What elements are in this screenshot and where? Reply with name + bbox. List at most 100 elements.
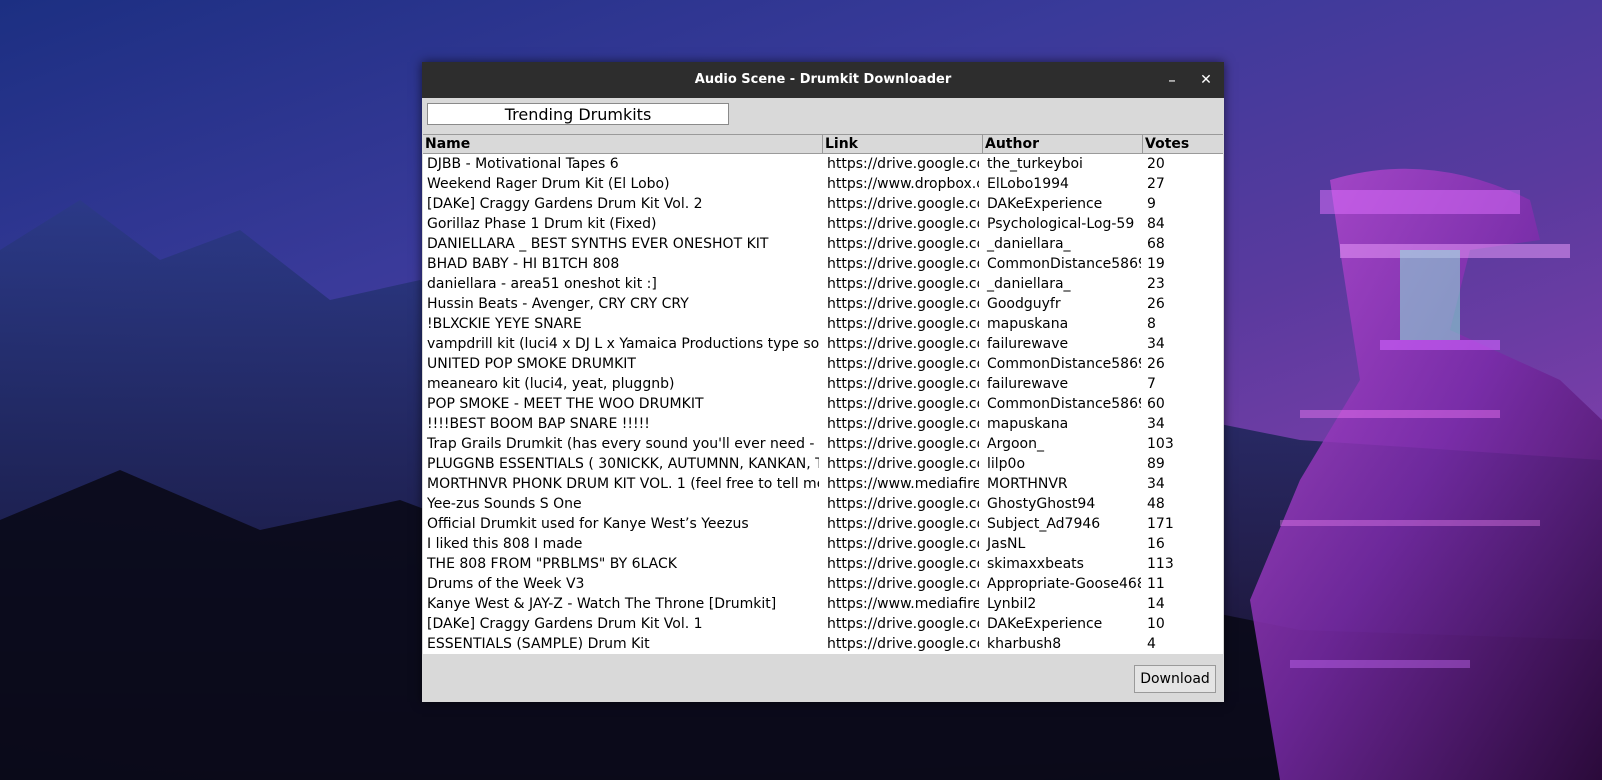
table-row[interactable]: Weekend Rager Drum Kit (El Lobo) https://… <box>423 174 1223 194</box>
cell-name: Trap Grails Drumkit (has every sound you… <box>427 436 819 452</box>
cell-votes: 23 <box>1147 276 1165 292</box>
cell-link: https://www.mediafire.c <box>827 476 979 492</box>
title-bar[interactable]: Audio Scene - Drumkit Downloader – ✕ <box>422 62 1224 98</box>
table-row[interactable]: daniellara - area51 oneshot kit :] https:… <box>423 274 1223 294</box>
cell-author: failurewave <box>987 376 1069 392</box>
cell-link: https://www.mediafire.c <box>827 596 979 612</box>
table-row[interactable]: [DAKe] Craggy Gardens Drum Kit Vol. 2 htt… <box>423 194 1223 214</box>
table-row[interactable]: meanearo kit (luci4, yeat, pluggnb) https… <box>423 374 1223 394</box>
cell-name: POP SMOKE - MEET THE WOO DRUMKIT <box>427 396 704 412</box>
cell-name: Weekend Rager Drum Kit (El Lobo) <box>427 176 670 192</box>
table-row[interactable]: Trap Grails Drumkit (has every sound you… <box>423 434 1223 454</box>
cell-name: [DAKe] Craggy Gardens Drum Kit Vol. 2 <box>427 196 703 212</box>
app-window: Audio Scene - Drumkit Downloader – ✕ Nam… <box>422 62 1224 702</box>
cell-link: https://drive.google.con <box>827 196 979 212</box>
cell-votes: 34 <box>1147 416 1165 432</box>
column-header-author[interactable]: Author <box>983 135 1143 153</box>
cell-link: https://drive.google.con <box>827 456 979 472</box>
table-row[interactable]: Drums of the Week V3 https://drive.google… <box>423 574 1223 594</box>
table-body: DJBB - Motivational Tapes 6 https://drive… <box>423 154 1223 654</box>
cell-name: daniellara - area51 oneshot kit :] <box>427 276 657 292</box>
cell-link: https://drive.google.con <box>827 416 979 432</box>
cell-link: https://drive.google.con <box>827 336 979 352</box>
table-row[interactable]: THE 808 FROM "PRBLMS" BY 6LACK https://dr… <box>423 554 1223 574</box>
cell-link: https://drive.google.con <box>827 616 979 632</box>
cell-name: vampdrill kit (luci4 x DJ L x Yamaica Pr… <box>427 336 819 352</box>
cell-author: DAKeExperience <box>987 196 1103 212</box>
table-row[interactable]: Yee-zus Sounds S One https://drive.google… <box>423 494 1223 514</box>
cell-author: CommonDistance5869 <box>987 396 1141 412</box>
cell-author: CommonDistance5869 <box>987 356 1141 372</box>
table-row[interactable]: !BLXCKIE YEYE SNARE https://drive.google.… <box>423 314 1223 334</box>
cell-votes: 11 <box>1147 576 1165 592</box>
cell-author: mapuskana <box>987 316 1069 332</box>
cell-author: lilp0o <box>987 456 1026 472</box>
cell-votes: 4 <box>1147 636 1156 652</box>
close-icon[interactable]: ✕ <box>1194 68 1218 92</box>
cell-author: _daniellara_ <box>987 276 1071 292</box>
cell-name: MORTHNVR PHONK DRUM KIT VOL. 1 (feel fre… <box>427 476 819 492</box>
table-header: Name Link Author Votes <box>423 134 1223 154</box>
cell-author: kharbush8 <box>987 636 1062 652</box>
table-row[interactable]: Kanye West & JAY-Z - Watch The Throne [D… <box>423 594 1223 614</box>
cell-votes: 103 <box>1147 436 1174 452</box>
cell-name: Yee-zus Sounds S One <box>427 496 582 512</box>
column-header-link[interactable]: Link <box>823 135 983 153</box>
cell-link: https://drive.google.con <box>827 436 979 452</box>
table-row[interactable]: DANIELLARA _ BEST SYNTHS EVER ONESHOT KI… <box>423 234 1223 254</box>
cell-link: https://drive.google.con <box>827 156 979 172</box>
search-input[interactable] <box>427 103 729 125</box>
cell-author: _daniellara_ <box>987 236 1071 252</box>
cell-votes: 19 <box>1147 256 1165 272</box>
table-row[interactable]: [DAKe] Craggy Gardens Drum Kit Vol. 1 htt… <box>423 614 1223 634</box>
cell-author: Appropriate-Goose468 <box>987 576 1141 592</box>
cell-name: Official Drumkit used for Kanye West’s Y… <box>427 516 749 532</box>
table-row[interactable]: UNITED POP SMOKE DRUMKIT https://drive.go… <box>423 354 1223 374</box>
cell-link: https://drive.google.con <box>827 536 979 552</box>
cell-name: BHAD BABY - HI B1TCH 808 <box>427 256 620 272</box>
table-row[interactable]: I liked this 808 I made https://drive.goo… <box>423 534 1223 554</box>
cell-name: PLUGGNB ESSENTIALS ( 30NICKK, AUTUMNN, K… <box>427 456 819 472</box>
column-header-name[interactable]: Name <box>423 135 823 153</box>
table-row[interactable]: Hussin Beats - Avenger, CRY CRY CRY https… <box>423 294 1223 314</box>
cell-name: UNITED POP SMOKE DRUMKIT <box>427 356 636 372</box>
cell-link: https://drive.google.con <box>827 356 979 372</box>
cell-author: Goodguyfr <box>987 296 1061 312</box>
table-row[interactable]: Gorillaz Phase 1 Drum kit (Fixed) https:/… <box>423 214 1223 234</box>
minimize-icon[interactable]: – <box>1160 68 1184 92</box>
cell-author: JasNL <box>987 536 1026 552</box>
cell-author: Psychological-Log-59 <box>987 216 1135 232</box>
cell-author: GhostyGhost94 <box>987 496 1096 512</box>
table-row[interactable]: Official Drumkit used for Kanye West’s Y… <box>423 514 1223 534</box>
table-row[interactable]: POP SMOKE - MEET THE WOO DRUMKIT https://… <box>423 394 1223 414</box>
cell-author: DAKeExperience <box>987 616 1103 632</box>
cell-link: https://drive.google.con <box>827 516 979 532</box>
drumkit-table: Name Link Author Votes DJBB - Motivation… <box>423 134 1223 654</box>
cell-author: skimaxxbeats <box>987 556 1084 572</box>
cell-votes: 20 <box>1147 156 1165 172</box>
cell-link: https://drive.google.con <box>827 576 979 592</box>
cell-author: MORTHNVR <box>987 476 1068 492</box>
table-row[interactable]: BHAD BABY - HI B1TCH 808 https://drive.go… <box>423 254 1223 274</box>
download-button[interactable]: Download <box>1134 665 1216 693</box>
cell-link: https://drive.google.con <box>827 556 979 572</box>
cell-name: I liked this 808 I made <box>427 536 583 552</box>
table-row[interactable]: vampdrill kit (luci4 x DJ L x Yamaica Pr… <box>423 334 1223 354</box>
cell-author: the_turkeyboi <box>987 156 1083 172</box>
cell-link: https://drive.google.con <box>827 316 979 332</box>
window-title: Audio Scene - Drumkit Downloader <box>694 72 952 87</box>
table-row[interactable]: MORTHNVR PHONK DRUM KIT VOL. 1 (feel fre… <box>423 474 1223 494</box>
cell-name: Kanye West & JAY-Z - Watch The Throne [D… <box>427 596 777 612</box>
table-row[interactable]: PLUGGNB ESSENTIALS ( 30NICKK, AUTUMNN, K… <box>423 454 1223 474</box>
column-header-votes[interactable]: Votes <box>1143 135 1223 153</box>
cell-link: https://www.dropbox.cc <box>827 176 979 192</box>
table-row[interactable]: DJBB - Motivational Tapes 6 https://drive… <box>423 154 1223 174</box>
cell-author: CommonDistance5869 <box>987 256 1141 272</box>
cell-link: https://drive.google.con <box>827 296 979 312</box>
cell-link: https://drive.google.con <box>827 636 979 652</box>
cell-name: !BLXCKIE YEYE SNARE <box>427 316 582 332</box>
cell-votes: 113 <box>1147 556 1174 572</box>
table-row[interactable]: ESSENTIALS (SAMPLE) Drum Kit https://driv… <box>423 634 1223 654</box>
cell-votes: 34 <box>1147 476 1165 492</box>
table-row[interactable]: !!!!BEST BOOM BAP SNARE !!!!! https://dri… <box>423 414 1223 434</box>
